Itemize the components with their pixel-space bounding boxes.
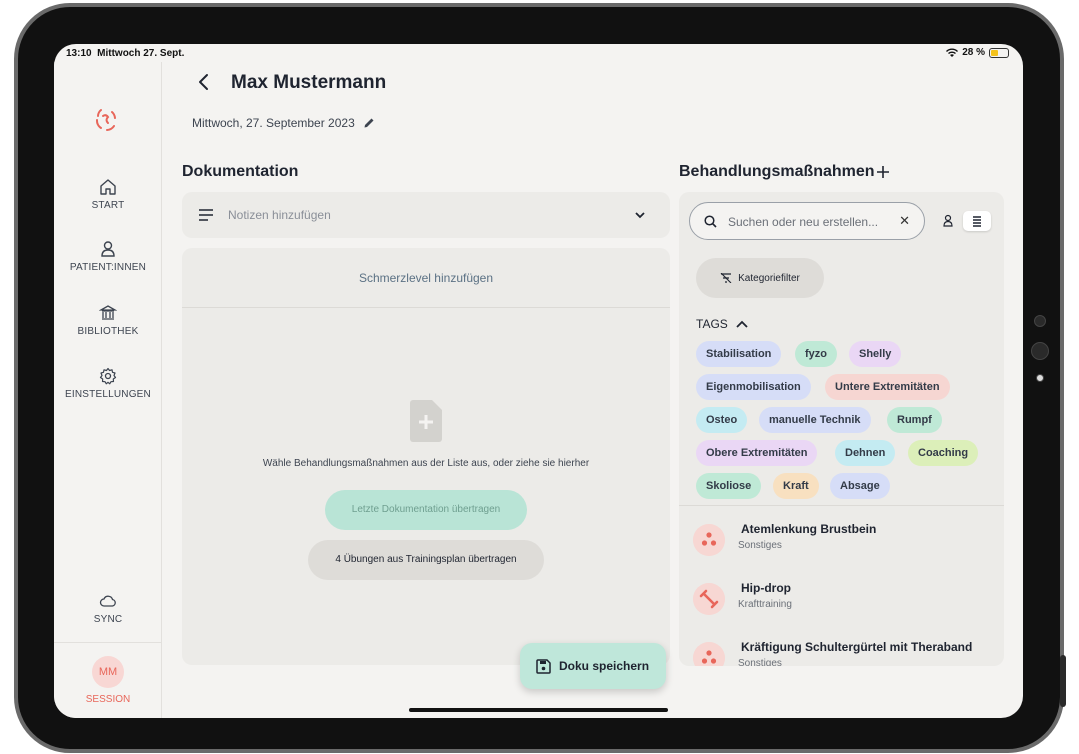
sync-button[interactable]: SYNC: [54, 592, 162, 625]
tag-chip[interactable]: Dehnen: [835, 440, 896, 466]
tag-chip[interactable]: Rumpf: [887, 407, 942, 433]
exercise-name: Atemlenkung Brustbein: [741, 522, 877, 536]
view-toggle[interactable]: [931, 208, 995, 234]
list-divider: [679, 505, 1004, 506]
camera-lens: [1031, 342, 1049, 360]
tag-chip[interactable]: Osteo: [696, 407, 748, 433]
sidebar-item-patients[interactable]: PATIENT:INNEN: [54, 240, 162, 273]
wifi-icon: [946, 48, 959, 57]
notes-icon: [199, 209, 213, 221]
battery-percent: 28 %: [962, 47, 985, 58]
add-file-icon: [410, 400, 442, 442]
sidebar: START PATIENT:INNEN BIBLIOTHEK EINSTELLU…: [54, 62, 162, 718]
search-field[interactable]: Suchen oder neu erstellen... ✕: [689, 202, 925, 240]
notes-placeholder: Notizen hinzufügen: [228, 208, 331, 222]
save-label: Doku speichern: [559, 659, 650, 673]
tag-chip[interactable]: Obere Extremitäten: [696, 440, 818, 466]
exercise-category: Krafttraining: [738, 599, 792, 610]
list-item[interactable]: Atemlenkung Brustbein Sonstiges: [679, 512, 1004, 570]
search-icon: [704, 215, 717, 228]
tags-header[interactable]: TAGS: [696, 317, 748, 331]
battery-icon: [989, 47, 1009, 58]
chevron-up-icon[interactable]: [736, 320, 748, 328]
tag-chip[interactable]: manuelle Technik: [759, 407, 871, 433]
add-pain-level-button[interactable]: Schmerzlevel hinzufügen: [182, 248, 670, 308]
person-view-icon[interactable]: [935, 211, 961, 231]
list-item[interactable]: Kräftigung Schultergürtel mit Theraband …: [679, 630, 1004, 666]
transfer-training-button[interactable]: 4 Übungen aus Trainingsplan übertragen: [308, 540, 544, 580]
tag-chip[interactable]: Kraft: [773, 473, 819, 499]
exercise-category: Sonstiges: [738, 540, 782, 551]
date-label: Mittwoch, 27. September 2023: [192, 116, 355, 130]
sidebar-divider: [54, 642, 162, 643]
exercise-name: Kräftigung Schultergürtel mit Theraband: [741, 640, 973, 654]
exercise-name: Hip-drop: [741, 581, 791, 595]
tag-chip[interactable]: Absage: [830, 473, 890, 499]
tag-chip[interactable]: Eigenmobilisation: [696, 374, 811, 400]
sidebar-item-label: BIBLIOTHEK: [77, 326, 139, 337]
sidebar-item-settings[interactable]: EINSTELLUNGEN: [54, 367, 162, 400]
sidebar-item-label: PATIENT:INNEN: [69, 262, 147, 273]
dumbbell-icon: [693, 583, 725, 615]
session-label[interactable]: SESSION: [54, 694, 162, 705]
home-icon: [100, 179, 116, 195]
clear-icon[interactable]: ✕: [899, 213, 910, 229]
notes-dropdown[interactable]: Notizen hinzufügen: [182, 192, 670, 238]
back-icon[interactable]: [194, 72, 214, 92]
sidebar-item-label: EINSTELLUNGEN: [65, 389, 151, 400]
sync-label: SYNC: [93, 614, 123, 625]
tag-chip[interactable]: Shelly: [849, 341, 902, 367]
tags-label: TAGS: [696, 317, 728, 331]
exercise-category: Sonstiges: [738, 658, 782, 666]
tag-chip[interactable]: Coaching: [908, 440, 979, 466]
tag-chip[interactable]: Skoliose: [696, 473, 762, 499]
camera-dot: [1034, 315, 1046, 327]
gear-icon: [99, 367, 117, 385]
treatments-heading: Behandlungsmaßnahmen: [679, 163, 875, 180]
dots-icon: [693, 524, 725, 556]
status-time: 13:10: [66, 48, 92, 59]
list-view-icon[interactable]: [963, 211, 991, 231]
save-icon: [536, 658, 551, 674]
transfer-last-doc-button[interactable]: Letzte Dokumentation übertragen: [325, 490, 527, 530]
tag-chip[interactable]: Untere Extremitäten: [825, 374, 950, 400]
sidebar-item-label: START: [91, 200, 125, 211]
person-icon: [101, 241, 115, 257]
sidebar-item-start[interactable]: START: [54, 178, 162, 211]
chevron-down-icon[interactable]: [634, 210, 646, 220]
documentation-heading: Dokumentation: [182, 163, 299, 180]
filter-off-icon: [720, 273, 732, 283]
tag-chip[interactable]: Stabilisation: [696, 341, 782, 367]
sensor-dot: [1036, 374, 1044, 382]
status-day: Mittwoch 27. Sept.: [97, 48, 185, 59]
save-doc-button[interactable]: Doku speichern: [520, 643, 666, 689]
drop-hint: Wähle Behandlungsmaßnahmen aus der Liste…: [262, 458, 590, 469]
avatar[interactable]: MM: [92, 656, 124, 688]
library-icon: [99, 305, 117, 320]
hardware-button: [1060, 655, 1066, 707]
documentation-card[interactable]: Schmerzlevel hinzufügen Wähle Behandlung…: [182, 248, 670, 665]
category-filter-button[interactable]: Kategoriefilter: [696, 258, 824, 298]
home-indicator[interactable]: [409, 708, 668, 712]
search-placeholder: Suchen oder neu erstellen...: [728, 215, 879, 229]
app-logo: [96, 109, 116, 131]
list-item[interactable]: Hip-drop Krafttraining: [679, 571, 1004, 629]
sidebar-item-library[interactable]: BIBLIOTHEK: [54, 304, 162, 337]
cloud-icon: [99, 595, 116, 607]
add-treatment-icon[interactable]: [876, 165, 890, 179]
pencil-icon[interactable]: [363, 117, 375, 129]
session-date[interactable]: Mittwoch, 27. September 2023: [192, 116, 375, 130]
treatments-panel: Suchen oder neu erstellen... ✕ Kategorie…: [679, 192, 1004, 666]
tag-chip[interactable]: fyzo: [795, 341, 837, 367]
status-bar: 13:10 Mittwoch 27. Sept. 28 %: [54, 44, 1023, 62]
dots-icon: [693, 642, 725, 666]
category-filter-label: Kategoriefilter: [738, 272, 800, 284]
app-screen: 13:10 Mittwoch 27. Sept. 28 % START PATI…: [54, 44, 1023, 718]
page-title: Max Mustermann: [231, 72, 387, 93]
